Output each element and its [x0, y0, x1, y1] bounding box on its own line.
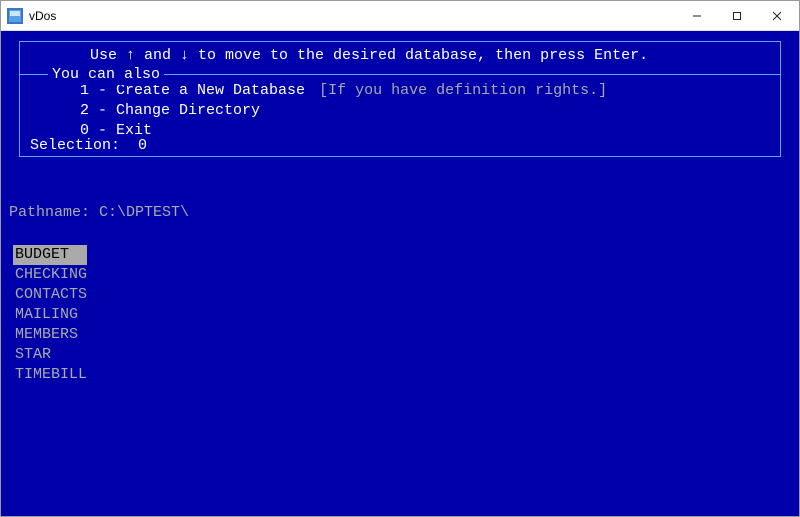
- pathname-line: Pathname: C:\DPTEST\: [5, 203, 795, 223]
- db-item-contacts[interactable]: CONTACTS: [13, 285, 89, 305]
- option-note: [If you have definition rights.]: [319, 82, 607, 99]
- selection-prompt: Selection: 0: [26, 136, 151, 156]
- minimize-button[interactable]: [677, 2, 717, 30]
- db-item-members[interactable]: MEMBERS: [13, 325, 80, 345]
- titlebar-left: vDos: [7, 8, 56, 24]
- option-num: 2: [80, 102, 89, 119]
- selection-label: Selection:: [30, 137, 120, 154]
- close-button[interactable]: [757, 2, 797, 30]
- window-controls: [677, 2, 797, 30]
- titlebar[interactable]: vDos: [1, 1, 799, 31]
- maximize-button[interactable]: [717, 2, 757, 30]
- db-item-checking[interactable]: CHECKING: [13, 265, 89, 285]
- selection-divider: Selection: 0: [19, 147, 781, 157]
- subhead-label: You can also: [48, 65, 164, 85]
- app-icon: [7, 8, 23, 24]
- option-2[interactable]: 2 - Change Directory: [80, 101, 780, 121]
- option-label: Change Directory: [116, 102, 260, 119]
- pathname-label: Pathname:: [9, 204, 90, 221]
- database-list[interactable]: BUDGET CHECKING CONTACTS MAILING MEMBERS…: [5, 245, 795, 385]
- option-1[interactable]: 1 - Create a New Database[If you have de…: [80, 81, 780, 101]
- window-title: vDos: [29, 9, 56, 23]
- db-item-budget[interactable]: BUDGET: [13, 245, 87, 265]
- terminal-screen[interactable]: Use ↑ and ↓ to move to the desired datab…: [1, 31, 799, 516]
- db-item-star[interactable]: STAR: [13, 345, 53, 365]
- db-item-mailing[interactable]: MAILING: [13, 305, 80, 325]
- option-0[interactable]: 0 - Exit: [80, 121, 780, 141]
- app-window: vDos Use ↑ and ↓ to move to the desired …: [0, 0, 800, 517]
- menu-box: Use ↑ and ↓ to move to the desired datab…: [19, 41, 781, 147]
- pathname-value: C:\DPTEST\: [99, 204, 189, 221]
- subhead-divider: You can also: [20, 74, 780, 75]
- selection-value[interactable]: 0: [138, 137, 147, 154]
- db-item-timebill[interactable]: TIMEBILL: [13, 365, 89, 385]
